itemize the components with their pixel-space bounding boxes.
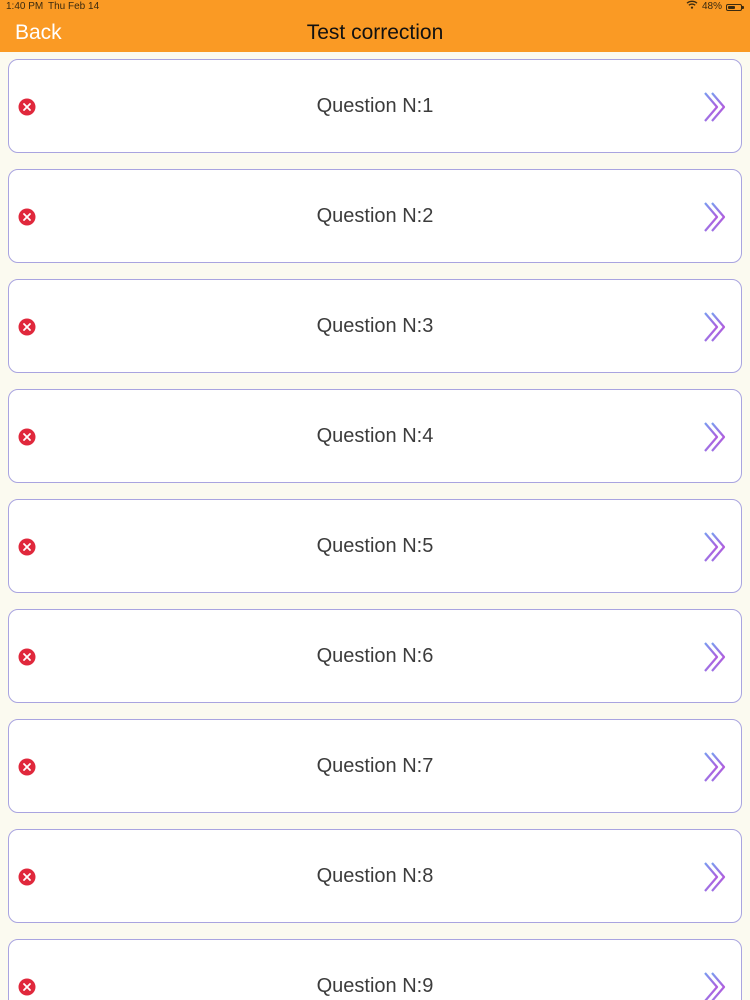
question-label: Question N:9 <box>316 974 434 997</box>
question-list: Question N:1 Question N:2 Question N:3 Q… <box>0 52 750 1000</box>
question-label: Question N:1 <box>316 94 434 117</box>
question-row-8[interactable]: Question N:8 <box>8 829 742 923</box>
double-chevron-right-icon[interactable] <box>703 641 729 673</box>
x-circle-icon <box>18 98 36 116</box>
status-date: Thu Feb 14 <box>48 1 100 12</box>
question-row-1[interactable]: Question N:1 <box>8 59 742 153</box>
battery-icon <box>726 3 744 11</box>
double-chevron-right-icon[interactable] <box>703 751 729 783</box>
x-circle-icon <box>18 868 36 886</box>
question-row-7[interactable]: Question N:7 <box>8 719 742 813</box>
question-row-5[interactable]: Question N:5 <box>8 499 742 593</box>
question-label: Question N:8 <box>316 864 434 887</box>
question-label: Question N:7 <box>316 754 434 777</box>
navigation-bar: Back Test correction <box>0 14 750 52</box>
x-circle-icon <box>18 428 36 446</box>
page-title: Test correction <box>306 21 444 44</box>
double-chevron-right-icon[interactable] <box>703 971 729 1000</box>
battery-percent: 48% <box>701 1 722 12</box>
question-label: Question N:5 <box>316 534 434 557</box>
x-circle-icon <box>18 538 36 556</box>
question-row-9[interactable]: Question N:9 <box>8 939 742 1000</box>
wifi-icon <box>686 0 698 14</box>
double-chevron-right-icon[interactable] <box>703 91 729 123</box>
question-label: Question N:2 <box>316 204 434 227</box>
question-row-2[interactable]: Question N:2 <box>8 169 742 263</box>
x-circle-icon <box>18 758 36 776</box>
double-chevron-right-icon[interactable] <box>703 201 729 233</box>
question-row-3[interactable]: Question N:3 <box>8 279 742 373</box>
x-circle-icon <box>18 978 36 996</box>
status-right: 48% <box>686 0 744 14</box>
question-label: Question N:4 <box>316 424 434 447</box>
question-label: Question N:3 <box>316 314 434 337</box>
question-row-4[interactable]: Question N:4 <box>8 389 742 483</box>
status-time: 1:40 PM <box>6 1 44 12</box>
double-chevron-right-icon[interactable] <box>703 861 729 893</box>
question-label: Question N:6 <box>316 644 434 667</box>
status-bar: 1:40 PM Thu Feb 14 48% <box>0 0 750 14</box>
x-circle-icon <box>18 318 36 336</box>
double-chevron-right-icon[interactable] <box>703 421 729 453</box>
question-row-6[interactable]: Question N:6 <box>8 609 742 703</box>
x-circle-icon <box>18 208 36 226</box>
x-circle-icon <box>18 648 36 666</box>
app-window: 1:40 PM Thu Feb 14 48% Back Test correct… <box>0 0 750 1000</box>
double-chevron-right-icon[interactable] <box>703 311 729 343</box>
double-chevron-right-icon[interactable] <box>703 531 729 563</box>
